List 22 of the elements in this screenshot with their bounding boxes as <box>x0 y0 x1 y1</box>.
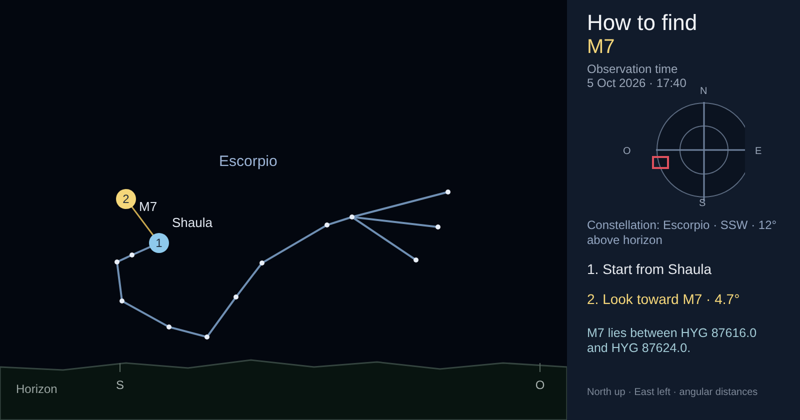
star-label: M7 <box>139 198 158 216</box>
compass-label: O <box>623 145 631 159</box>
compass-label: N <box>700 85 708 99</box>
observation-label: Observation time <box>587 62 679 76</box>
horizon-label: Horizon <box>16 381 58 398</box>
step-marker: 2 <box>116 189 136 209</box>
target-name: M7 <box>587 36 616 58</box>
observation-time: 5 Oct 2026 · 17:40 <box>587 76 688 90</box>
constellation-name: Escorpio <box>219 152 278 172</box>
target-marker <box>652 156 669 169</box>
compass-label: S <box>699 197 706 211</box>
star-label: Shaula <box>172 214 212 232</box>
compass-label: E <box>755 145 762 159</box>
step-text: 1. Start from Shaula <box>587 260 713 278</box>
note-text: M7 lies between HYG 87616.0 and HYG 87624.0. <box>587 326 758 356</box>
step-marker: 1 <box>149 233 169 253</box>
step-text: 2. Look toward M7 · 4.7° <box>587 290 741 308</box>
direction-label: O <box>534 377 546 394</box>
footer-text: North up · East left · angular distances <box>587 386 759 400</box>
direction-label: S <box>114 377 125 394</box>
panel-title: How to find <box>587 10 698 36</box>
constellation-info: Constellation: Escorpio · SSW · 12° above horizon <box>587 218 778 248</box>
